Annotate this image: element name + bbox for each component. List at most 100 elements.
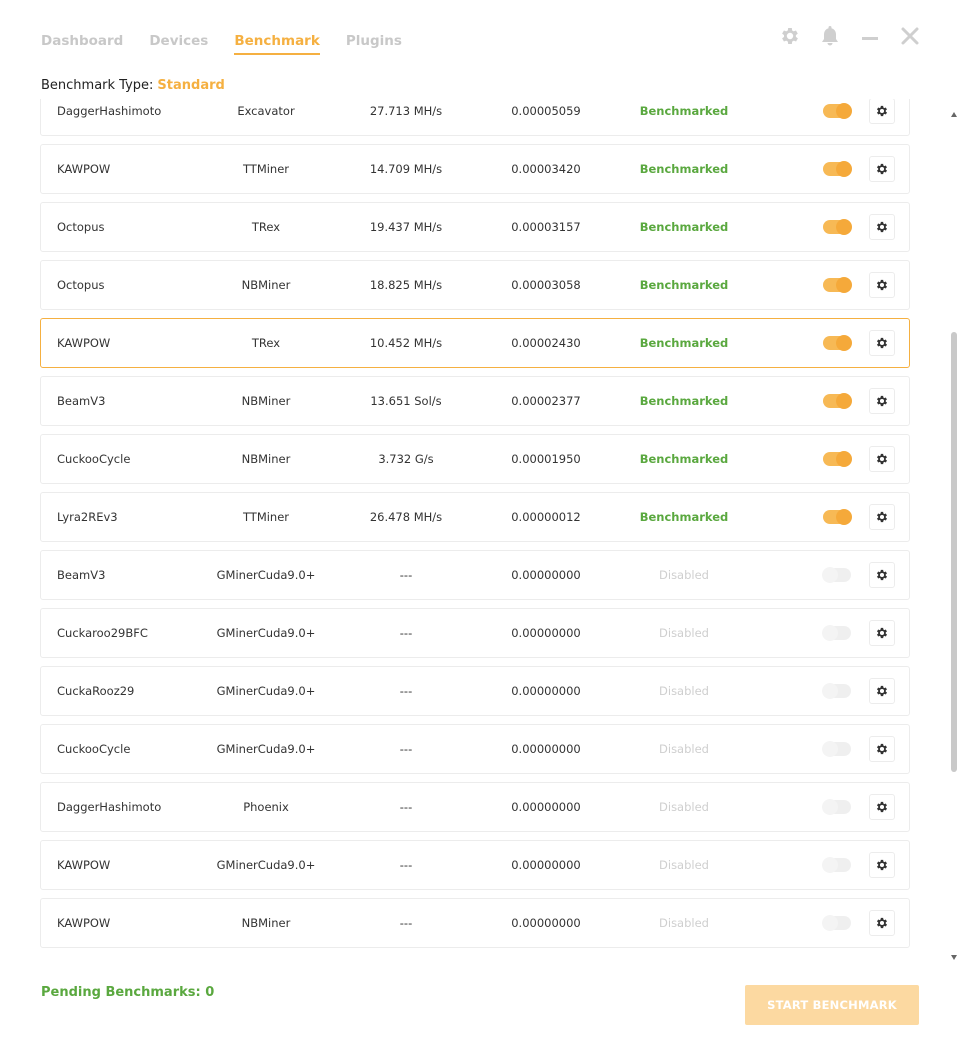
row-settings-button[interactable] — [869, 156, 895, 182]
row-settings-button[interactable] — [869, 446, 895, 472]
close-icon[interactable] — [898, 24, 922, 48]
profit-value: 0.00002377 — [511, 394, 581, 408]
scroll-up-arrow-icon[interactable] — [951, 112, 957, 117]
row-settings-button[interactable] — [869, 330, 895, 356]
start-benchmark-button[interactable]: START BENCHMARK — [745, 985, 919, 1025]
speed-value: --- — [399, 858, 413, 872]
speed-value: --- — [399, 684, 413, 698]
row-settings-button[interactable] — [869, 272, 895, 298]
gear-icon — [876, 743, 888, 755]
miner-name: TTMiner — [242, 510, 290, 524]
enable-toggle[interactable] — [822, 915, 851, 931]
row-settings-button[interactable] — [869, 388, 895, 414]
miner-name: Excavator — [237, 104, 295, 118]
scrollbar-thumb[interactable] — [951, 332, 957, 772]
algorithm-row[interactable]: Octopus TRex 19.437 MH/s 0.00003157 Benc… — [40, 202, 910, 252]
speed-value: --- — [399, 800, 413, 814]
row-settings-button[interactable] — [869, 852, 895, 878]
algorithm-row[interactable]: DaggerHashimoto Excavator 27.713 MH/s 0.… — [40, 99, 910, 136]
tab-benchmark[interactable]: Benchmark — [234, 33, 320, 55]
window-controls — [778, 24, 922, 48]
algorithm-row[interactable]: BeamV3 NBMiner 13.651 Sol/s 0.00002377 B… — [40, 376, 910, 426]
algorithm-row[interactable]: DaggerHashimoto Phoenix --- 0.00000000 D… — [40, 782, 910, 832]
algorithm-row[interactable]: CuckaRooz29 GMinerCuda9.0+ --- 0.0000000… — [40, 666, 910, 716]
tab-plugins[interactable]: Plugins — [346, 33, 402, 55]
enable-toggle[interactable] — [823, 451, 852, 467]
benchmark-type-label: Benchmark Type: — [41, 78, 154, 93]
enable-toggle[interactable] — [822, 741, 851, 757]
minimize-icon[interactable] — [858, 24, 882, 48]
settings-icon[interactable] — [778, 24, 802, 48]
benchmark-type-value[interactable]: Standard — [157, 78, 224, 93]
speed-value: 14.709 MH/s — [369, 162, 443, 176]
enable-toggle[interactable] — [822, 799, 851, 815]
enable-toggle[interactable] — [823, 277, 852, 293]
algorithm-row[interactable]: KAWPOW NBMiner --- 0.00000000 Disabled — [40, 898, 910, 948]
status-label: Benchmarked — [639, 278, 729, 292]
row-settings-button[interactable] — [869, 504, 895, 530]
profit-value: 0.00003420 — [511, 162, 581, 176]
enable-toggle[interactable] — [823, 393, 852, 409]
profit-value: 0.00000000 — [511, 858, 581, 872]
row-settings-button[interactable] — [869, 562, 895, 588]
algorithm-name: DaggerHashimoto — [57, 104, 162, 118]
tab-devices[interactable]: Devices — [149, 33, 208, 55]
enable-toggle[interactable] — [823, 335, 852, 351]
enable-toggle[interactable] — [823, 161, 852, 177]
row-settings-button[interactable] — [869, 736, 895, 762]
algorithm-list[interactable]: DaggerHashimoto Excavator 27.713 MH/s 0.… — [40, 99, 910, 962]
benchmark-type: Benchmark Type: Standard — [41, 78, 225, 93]
algorithm-row[interactable]: KAWPOW TRex 10.452 MH/s 0.00002430 Bench… — [40, 318, 910, 368]
miner-name: TRex — [251, 220, 281, 234]
algorithm-row[interactable]: BeamV3 GMinerCuda9.0+ --- 0.00000000 Dis… — [40, 550, 910, 600]
row-settings-button[interactable] — [869, 910, 895, 936]
pending-benchmarks: Pending Benchmarks: 0 — [41, 985, 215, 1000]
row-settings-button[interactable] — [869, 620, 895, 646]
miner-name: NBMiner — [241, 394, 291, 408]
scroll-down-arrow-icon[interactable] — [951, 955, 957, 960]
algorithm-name: DaggerHashimoto — [57, 800, 162, 814]
status-label: Disabled — [659, 742, 709, 756]
miner-name: NBMiner — [241, 278, 291, 292]
algorithm-row[interactable]: Octopus NBMiner 18.825 MH/s 0.00003058 B… — [40, 260, 910, 310]
profit-value: 0.00000000 — [511, 742, 581, 756]
algorithm-name: Lyra2REv3 — [57, 510, 118, 524]
algorithm-name: KAWPOW — [57, 336, 111, 350]
row-settings-button[interactable] — [869, 214, 895, 240]
enable-toggle[interactable] — [822, 625, 851, 641]
profit-value: 0.00000012 — [511, 510, 581, 524]
gear-icon — [876, 917, 888, 929]
miner-name: GMinerCuda9.0+ — [216, 626, 316, 640]
miner-name: NBMiner — [241, 452, 291, 466]
enable-toggle[interactable] — [823, 219, 852, 235]
speed-value: 27.713 MH/s — [369, 104, 443, 118]
status-label: Disabled — [659, 800, 709, 814]
enable-toggle[interactable] — [823, 103, 852, 119]
speed-value: 13.651 Sol/s — [370, 394, 442, 408]
algorithm-row[interactable]: KAWPOW TTMiner 14.709 MH/s 0.00003420 Be… — [40, 144, 910, 194]
enable-toggle[interactable] — [822, 683, 851, 699]
profit-value: 0.00001950 — [511, 452, 581, 466]
row-settings-button[interactable] — [869, 678, 895, 704]
bell-icon[interactable] — [818, 24, 842, 48]
tab-dashboard[interactable]: Dashboard — [41, 33, 123, 55]
gear-icon — [876, 627, 888, 639]
algorithm-row[interactable]: Lyra2REv3 TTMiner 26.478 MH/s 0.00000012… — [40, 492, 910, 542]
algorithm-row[interactable]: CuckooCycle GMinerCuda9.0+ --- 0.0000000… — [40, 724, 910, 774]
enable-toggle[interactable] — [822, 857, 851, 873]
enable-toggle[interactable] — [822, 567, 851, 583]
list-scrollbar[interactable] — [948, 110, 960, 962]
row-settings-button[interactable] — [869, 794, 895, 820]
gear-icon — [876, 105, 888, 117]
speed-value: 10.452 MH/s — [369, 336, 443, 350]
enable-toggle[interactable] — [823, 509, 852, 525]
algorithm-row[interactable]: CuckooCycle NBMiner 3.732 G/s 0.00001950… — [40, 434, 910, 484]
algorithm-row[interactable]: KAWPOW GMinerCuda9.0+ --- 0.00000000 Dis… — [40, 840, 910, 890]
miner-name: TTMiner — [242, 162, 290, 176]
gear-icon — [876, 859, 888, 871]
status-label: Benchmarked — [639, 162, 729, 176]
row-settings-button[interactable] — [869, 99, 895, 124]
miner-name: GMinerCuda9.0+ — [216, 742, 316, 756]
status-label: Disabled — [659, 626, 709, 640]
algorithm-row[interactable]: Cuckaroo29BFC GMinerCuda9.0+ --- 0.00000… — [40, 608, 910, 658]
